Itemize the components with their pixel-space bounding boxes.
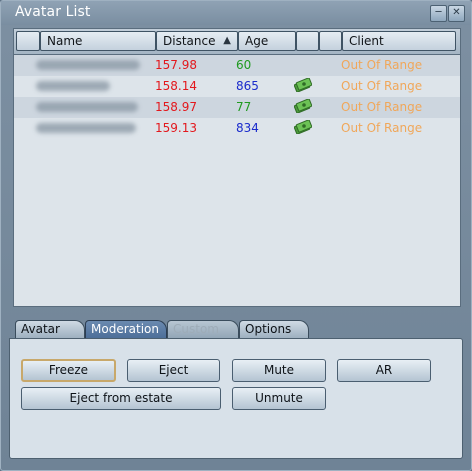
distance-value: 157.98 bbox=[155, 58, 197, 72]
close-icon[interactable]: ✕ bbox=[448, 5, 465, 22]
money-icon bbox=[294, 99, 312, 113]
list-header: Name Distance ▲ Age Client bbox=[14, 29, 460, 55]
column-header-select[interactable] bbox=[16, 31, 40, 51]
avatar-name-redacted bbox=[36, 123, 136, 133]
minimize-icon[interactable]: ─ bbox=[430, 5, 447, 22]
eject-from-estate-button[interactable]: Eject from estate bbox=[21, 387, 221, 410]
list-row[interactable]: 158.97 77 Out Of Range bbox=[14, 97, 460, 118]
avatar-name-redacted bbox=[36, 81, 110, 91]
age-value: 834 bbox=[236, 121, 259, 135]
client-value: Out Of Range bbox=[341, 100, 423, 114]
unmute-button[interactable]: Unmute bbox=[232, 387, 326, 410]
mute-button[interactable]: Mute bbox=[232, 359, 326, 382]
freeze-button[interactable]: Freeze bbox=[21, 359, 116, 382]
age-value: 865 bbox=[236, 79, 259, 93]
eject-button[interactable]: Eject bbox=[127, 359, 220, 382]
column-header-client[interactable]: Client bbox=[342, 31, 456, 51]
distance-value: 159.13 bbox=[155, 121, 197, 135]
avatar-name-redacted bbox=[36, 60, 140, 70]
avatar-list[interactable]: Name Distance ▲ Age Client 157.98 60 Out… bbox=[13, 28, 461, 307]
list-row[interactable]: 157.98 60 Out Of Range bbox=[14, 55, 460, 76]
window-title: Avatar List bbox=[15, 4, 91, 20]
column-header-age[interactable]: Age bbox=[238, 31, 296, 51]
avatar-list-window: Avatar List ─ ✕ Name Distance ▲ Age Clie… bbox=[0, 0, 472, 471]
column-header-payment[interactable] bbox=[296, 31, 319, 51]
tab-options[interactable]: Options bbox=[239, 320, 309, 338]
moderation-panel: Freeze Eject Mute AR Eject from estate U… bbox=[9, 338, 463, 459]
tab-avatar[interactable]: Avatar bbox=[15, 320, 85, 338]
column-header-distance[interactable]: Distance ▲ bbox=[156, 31, 238, 51]
sort-ascending-icon: ▲ bbox=[223, 35, 231, 46]
title-bar[interactable]: Avatar List ─ ✕ bbox=[1, 1, 471, 25]
column-header-distance-label: Distance bbox=[163, 34, 216, 48]
list-row[interactable]: 159.13 834 Out Of Range bbox=[14, 118, 460, 139]
age-value: 60 bbox=[236, 58, 252, 72]
distance-value: 158.97 bbox=[155, 100, 197, 114]
distance-value: 158.14 bbox=[155, 79, 197, 93]
ar-button[interactable]: AR bbox=[337, 359, 431, 382]
column-header-info[interactable] bbox=[319, 31, 342, 51]
avatar-name-redacted bbox=[36, 102, 138, 112]
client-value: Out Of Range bbox=[341, 79, 423, 93]
money-icon bbox=[294, 120, 312, 134]
column-header-name[interactable]: Name bbox=[40, 31, 156, 51]
tab-custom: Custom bbox=[167, 320, 239, 338]
money-icon bbox=[294, 78, 312, 92]
client-value: Out Of Range bbox=[341, 121, 423, 135]
client-value: Out Of Range bbox=[341, 58, 423, 72]
list-row[interactable]: 158.14 865 Out Of Range bbox=[14, 76, 460, 97]
age-value: 77 bbox=[236, 100, 252, 114]
tab-moderation[interactable]: Moderation bbox=[85, 320, 167, 338]
